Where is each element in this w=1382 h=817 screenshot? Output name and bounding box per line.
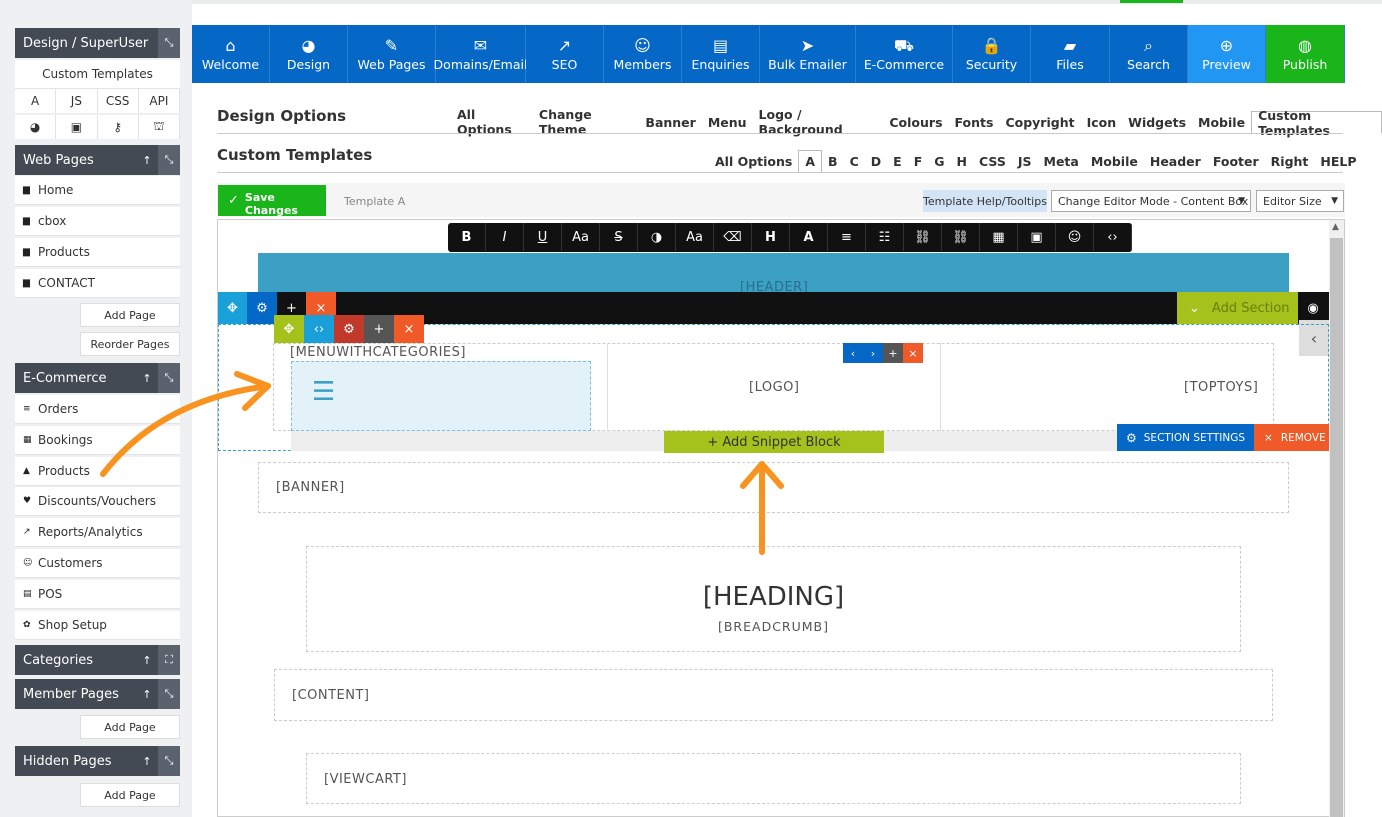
arrow-to-menu: [100, 383, 271, 477]
annotation-arrows: [100, 371, 784, 555]
